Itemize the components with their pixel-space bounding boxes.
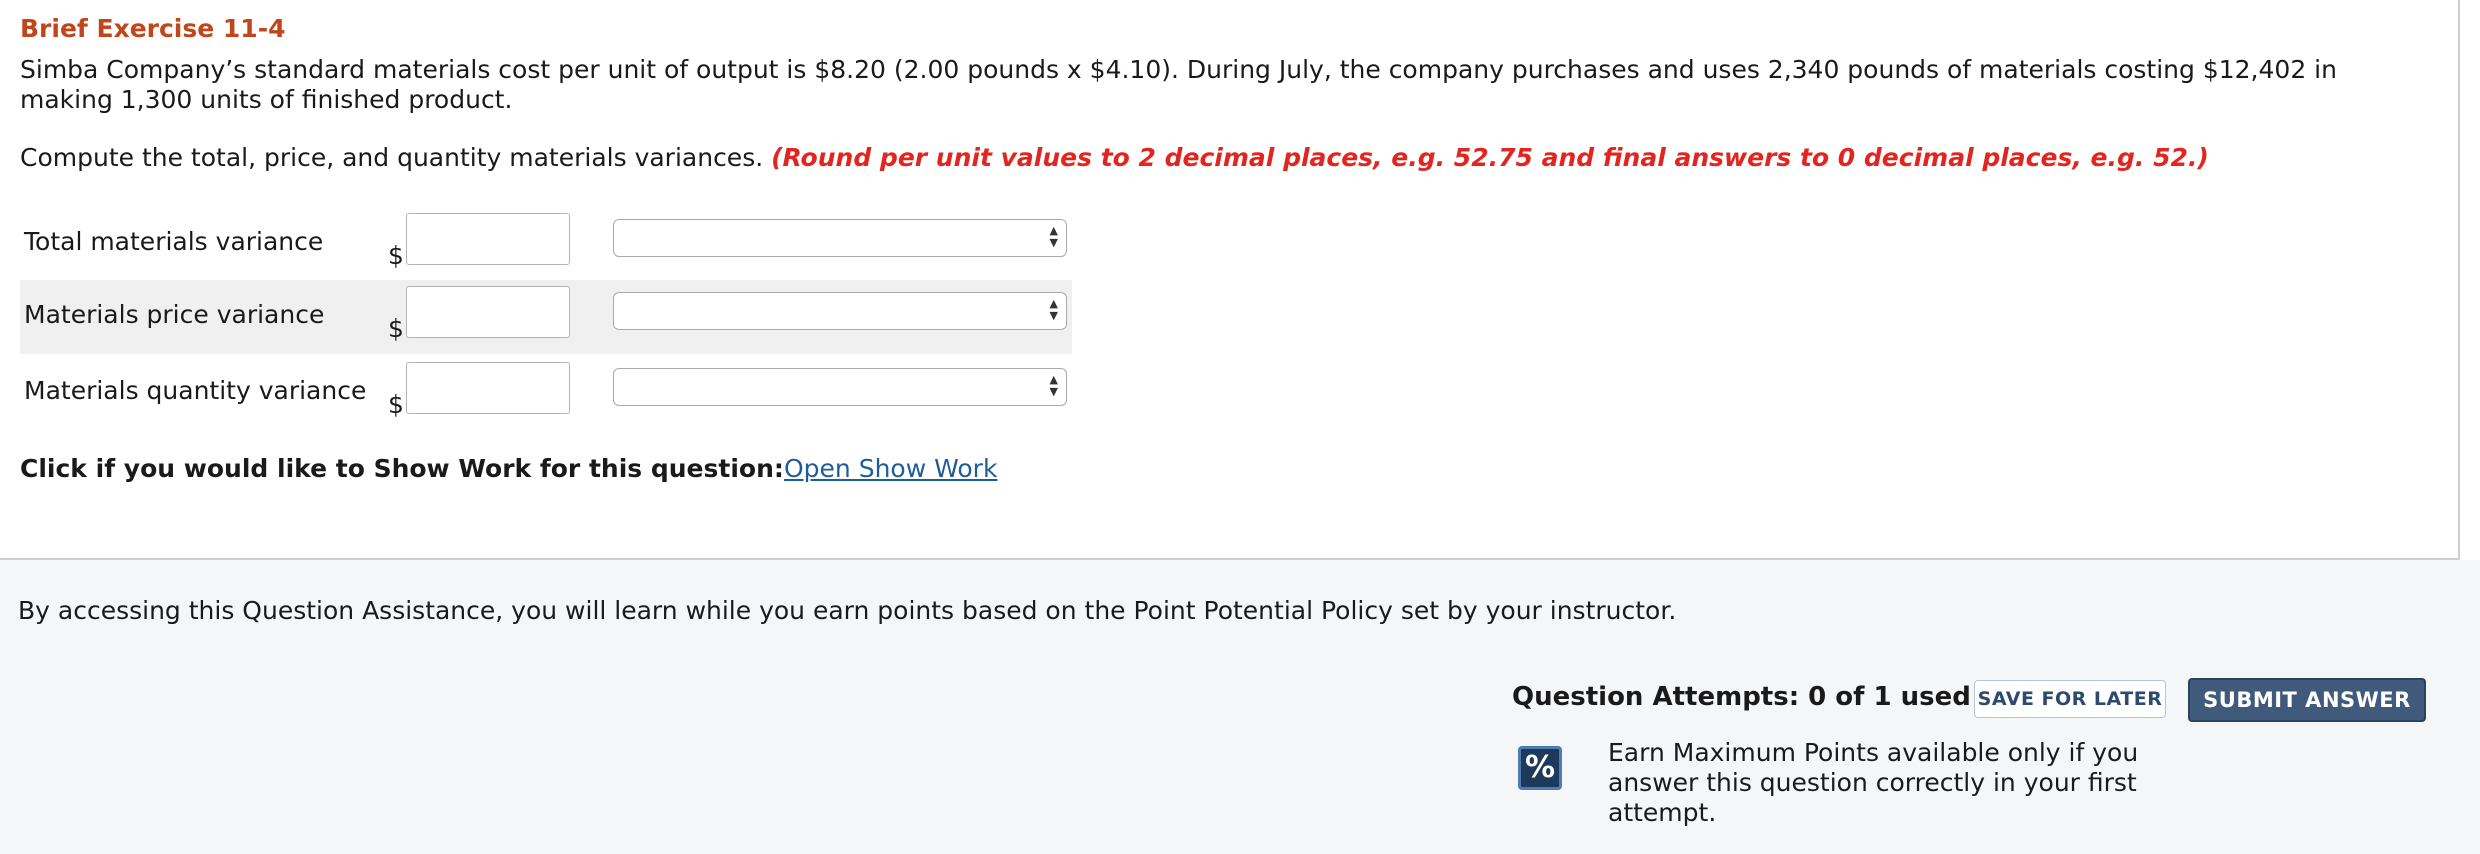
earn-maximum-points-note: Earn Maximum Points available only if yo…: [1608, 738, 2139, 827]
quantity-variance-amount-input[interactable]: [406, 362, 570, 414]
show-work-row: Click if you would like to Show Work for…: [20, 454, 997, 483]
assistance-text: By accessing this Question Assistance, y…: [18, 596, 1677, 625]
show-work-prompt: Click if you would like to Show Work for…: [20, 454, 784, 483]
currency-symbol: $: [388, 314, 404, 343]
total-variance-type-select[interactable]: ▲ ▼: [613, 219, 1067, 257]
currency-symbol: $: [388, 241, 404, 270]
select-arrows-icon: ▲ ▼: [1049, 224, 1058, 249]
submit-answer-button[interactable]: SUBMIT ANSWER: [2188, 678, 2426, 722]
rounding-note: (Round per unit values to 2 decimal plac…: [771, 143, 2209, 172]
instruction-text: Compute the total, price, and quantity m…: [20, 143, 764, 172]
question-attempts: Question Attempts: 0 of 1 used: [1512, 682, 1971, 712]
quantity-variance-type-select[interactable]: ▲ ▼: [613, 368, 1067, 406]
problem-statement: Simba Company’s standard materials cost …: [20, 55, 2337, 114]
percent-icon: %: [1518, 746, 1562, 790]
row-label: Materials quantity variance: [24, 376, 367, 405]
select-arrows-icon: ▲ ▼: [1049, 297, 1058, 322]
exercise-title: Brief Exercise 11-4: [20, 14, 286, 43]
open-show-work-link[interactable]: Open Show Work: [784, 454, 997, 483]
row-label: Total materials variance: [24, 227, 324, 256]
currency-symbol: $: [388, 390, 404, 419]
question-panel: Brief Exercise 11-4 Simba Company’s stan…: [0, 0, 2460, 560]
answer-row-total: Total materials variance $ ▲ ▼: [20, 207, 1072, 281]
instruction: Compute the total, price, and quantity m…: [20, 143, 2440, 173]
total-variance-amount-input[interactable]: [406, 213, 570, 265]
price-variance-amount-input[interactable]: [406, 286, 570, 338]
price-variance-type-select[interactable]: ▲ ▼: [613, 292, 1067, 330]
answer-row-quantity: Materials quantity variance $ ▲ ▼: [20, 356, 1072, 430]
save-for-later-button[interactable]: SAVE FOR LATER: [1974, 680, 2166, 718]
select-arrows-icon: ▲ ▼: [1049, 373, 1058, 398]
row-label: Materials price variance: [24, 300, 325, 329]
answer-row-price: Materials price variance $ ▲ ▼: [20, 280, 1072, 354]
question-assistance-panel: By accessing this Question Assistance, y…: [0, 560, 2480, 854]
